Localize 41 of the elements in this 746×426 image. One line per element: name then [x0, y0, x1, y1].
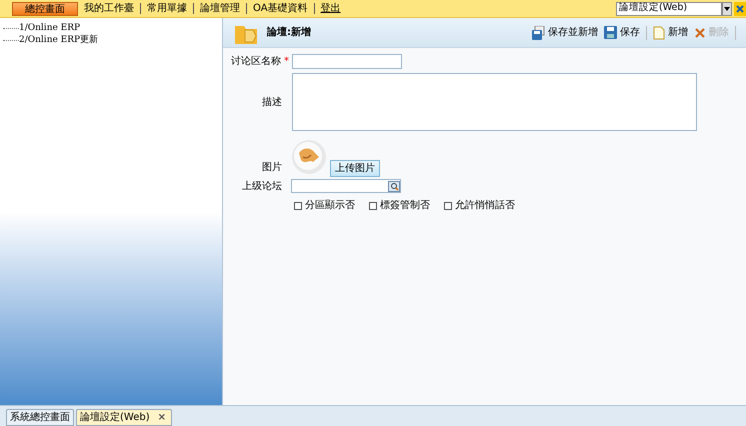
nav-item[interactable]: OA基礎資料 — [253, 2, 308, 16]
field-label: 描述 — [262, 96, 282, 110]
page-icon — [653, 26, 665, 40]
search-icon — [388, 180, 400, 192]
field-label: 图片 — [262, 160, 282, 175]
caret-icon — [724, 6, 730, 10]
tab-label: 論壇設定(Web) — [80, 410, 150, 425]
checkbox-label: 允許悄悄話否 — [455, 198, 515, 213]
nav-item[interactable]: 常用單據 — [147, 2, 187, 16]
checkbox[interactable] — [444, 202, 452, 210]
checkbox-label: 標簽管制否 — [380, 198, 430, 213]
checkbox[interactable] — [294, 202, 302, 210]
toolbar-button[interactable]: 保存 — [604, 25, 640, 40]
close-button[interactable] — [734, 2, 746, 16]
tab[interactable]: 系統總控畫面 — [6, 409, 74, 426]
logout-link[interactable]: 登出 — [320, 2, 341, 16]
tree-item[interactable]: 2/Online ERP更新 — [19, 34, 98, 46]
toolbar-button[interactable]: 新增 — [653, 25, 688, 40]
module-select[interactable]: 論壇設定(Web) — [616, 2, 722, 16]
checkbox[interactable] — [369, 202, 377, 210]
tab-label: 系統總控畫面 — [10, 410, 70, 425]
toolbar-button[interactable]: 保存並新增 — [531, 25, 598, 40]
disk-icon — [531, 26, 545, 40]
panel-title: 論壇:新增 — [267, 25, 311, 40]
close-icon — [694, 26, 706, 38]
close-icon — [736, 4, 744, 12]
nav-item[interactable]: 總控畫面 — [12, 2, 78, 16]
tab[interactable]: 論壇設定(Web) × — [76, 409, 172, 426]
field-label: 上级论坛 — [242, 180, 282, 194]
required-mark: * — [284, 55, 289, 69]
upload-button[interactable]: 上传图片 — [330, 160, 380, 177]
nav-item[interactable]: 論壇管理 — [200, 2, 240, 16]
tree-item[interactable]: 1/Online ERP — [19, 22, 80, 34]
field-label: 讨论区名称 — [231, 54, 281, 69]
checkbox-label: 分區顯示否 — [305, 198, 355, 213]
input-field[interactable] — [292, 54, 402, 69]
tab-close-button[interactable]: × — [156, 410, 168, 425]
description-field[interactable] — [292, 73, 697, 131]
dropdown-button[interactable] — [722, 2, 732, 16]
lookup-field[interactable] — [291, 179, 401, 193]
nav-item[interactable]: 我的工作臺 — [84, 2, 134, 16]
